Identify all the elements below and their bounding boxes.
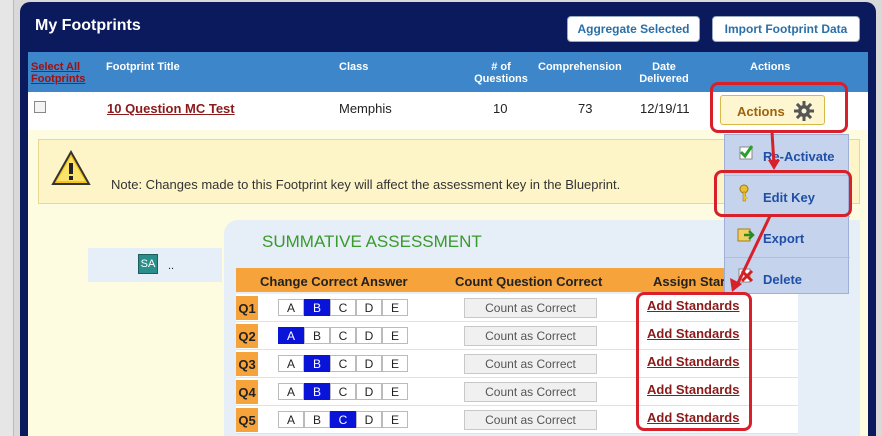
annotation-arrows: [730, 131, 780, 292]
